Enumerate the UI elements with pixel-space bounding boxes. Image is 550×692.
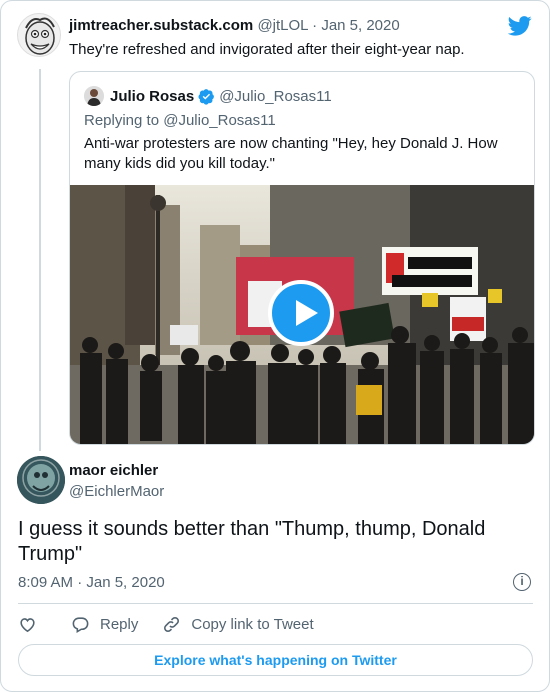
separator-dot: · <box>312 17 318 34</box>
verified-badge-icon <box>198 88 215 105</box>
parent-avatar[interactable] <box>17 13 61 57</box>
quoted-avatar <box>84 86 104 106</box>
parent-author-handle[interactable]: @jtLOL <box>257 17 308 34</box>
profile-photo-icon <box>17 456 65 504</box>
parent-tweet-text: They're refreshed and invigorated after … <box>69 41 465 58</box>
thread-connector-line <box>39 69 41 451</box>
parent-tweet-header: jimtreacher.substack.com @jtLOL · Jan 5,… <box>69 17 400 34</box>
main-author-handle[interactable]: @EichlerMaor <box>69 483 164 500</box>
info-icon[interactable]: i <box>513 573 531 591</box>
quoted-tweet-header: Julio Rosas @Julio_Rosas11 <box>84 86 332 106</box>
quoted-tweet-text: Anti-war protesters are now chanting "He… <box>84 135 498 172</box>
video-thumbnail[interactable] <box>70 185 534 444</box>
divider <box>18 603 533 604</box>
quoted-author-handle: @Julio_Rosas11 <box>219 87 332 105</box>
main-tweet-text: I guess it sounds better than "Thump, th… <box>18 518 486 565</box>
tweet-embed-card: jimtreacher.substack.com @jtLOL · Jan 5,… <box>0 0 550 692</box>
main-tweet-header: maor eichler @EichlerMaor <box>69 462 164 500</box>
main-author-avatar[interactable] <box>17 456 65 504</box>
copy-link-label: Copy link to Tweet <box>191 615 314 633</box>
tweet-actions: Reply Copy link to Tweet <box>18 614 338 634</box>
reply-button[interactable]: Reply <box>71 615 138 634</box>
like-button[interactable] <box>18 615 47 634</box>
twitter-bird-icon[interactable] <box>508 15 532 37</box>
copy-link-button[interactable]: Copy link to Tweet <box>162 615 314 634</box>
main-author-name[interactable]: maor eichler <box>69 462 164 479</box>
parent-author-name[interactable]: jimtreacher.substack.com <box>69 17 253 34</box>
reply-label: Reply <box>100 615 139 633</box>
heart-icon <box>20 617 35 632</box>
replying-to-label: Replying to @Julio_Rosas11 <box>84 112 276 129</box>
tweet-timestamp[interactable]: 8:09 AM · Jan 5, 2020 <box>18 574 165 591</box>
reply-icon <box>72 616 89 633</box>
explore-twitter-button[interactable]: Explore what's happening on Twitter <box>18 644 533 676</box>
link-icon <box>164 616 180 632</box>
play-button[interactable] <box>268 280 334 346</box>
quoted-tweet[interactable]: Julio Rosas @Julio_Rosas11 Replying to @… <box>69 71 535 445</box>
parent-tweet-date[interactable]: Jan 5, 2020 <box>321 17 399 34</box>
cartoon-face-icon <box>25 17 55 55</box>
person-icon <box>84 86 104 106</box>
quoted-author-name: Julio Rosas <box>110 87 195 105</box>
